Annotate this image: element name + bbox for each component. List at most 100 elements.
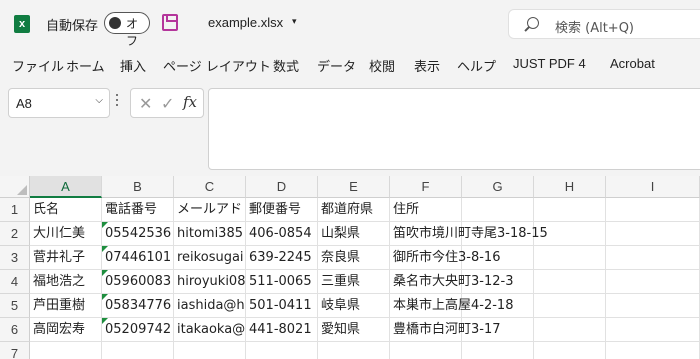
cell-b1[interactable]: 電話番号	[102, 198, 174, 222]
cell-b7[interactable]	[102, 342, 174, 359]
formula-buttons: ✕ ✓ fx	[130, 88, 204, 118]
column-header-d[interactable]: D	[246, 176, 318, 198]
column-header-i[interactable]: I	[606, 176, 700, 198]
cell-f4[interactable]: 桑名市大央町3-12-3	[390, 270, 513, 294]
cell-c7[interactable]	[174, 342, 246, 359]
cell-a2[interactable]: 大川仁美	[30, 222, 102, 246]
chevron-down-icon[interactable]: ▾	[292, 17, 297, 27]
cell-f2[interactable]: 笛吹市境川町寺尾3-18-15	[390, 222, 548, 246]
tab-page-layout[interactable]: ページ レイアウト	[163, 56, 271, 75]
enter-icon[interactable]: ✓	[161, 94, 174, 113]
tab-just-pdf[interactable]: JUST PDF 4	[513, 56, 586, 71]
cell-i4[interactable]	[606, 270, 700, 294]
cell-c6[interactable]: itakaoka@	[174, 318, 246, 342]
tab-view[interactable]: 表示	[414, 56, 440, 75]
cell-d4[interactable]: 511-0065	[246, 270, 318, 294]
row-header[interactable]: 2	[0, 222, 30, 246]
row-header[interactable]: 6	[0, 318, 30, 342]
cancel-icon[interactable]: ✕	[139, 94, 152, 113]
name-box[interactable]: A8 ⌵	[8, 88, 110, 118]
cell-i3[interactable]	[606, 246, 700, 270]
cell-d3[interactable]: 639-2245	[246, 246, 318, 270]
cell-e7[interactable]	[318, 342, 390, 359]
cell-d6[interactable]: 441-8021	[246, 318, 318, 342]
cell-g1[interactable]	[462, 198, 534, 222]
cell-h1[interactable]	[534, 198, 606, 222]
cell-d5[interactable]: 501-0411	[246, 294, 318, 318]
toggle-state-label: オフ	[126, 17, 139, 48]
cell-b2[interactable]: 05542536	[102, 222, 174, 246]
cell-e1[interactable]: 都道府県	[318, 198, 390, 222]
tab-acrobat[interactable]: Acrobat	[610, 56, 655, 71]
cell-c3[interactable]: reikosugai	[174, 246, 246, 270]
cell-c5[interactable]: iashida@h	[174, 294, 246, 318]
cell-a4[interactable]: 福地浩之	[30, 270, 102, 294]
column-header-g[interactable]: G	[462, 176, 534, 198]
cell-f1[interactable]: 住所	[390, 198, 462, 222]
formula-bar-area: A8 ⌵ ✕ ✓ fx	[0, 80, 700, 176]
search-box[interactable]: 検索 (Alt+Q)	[508, 9, 700, 39]
column-header-e[interactable]: E	[318, 176, 390, 198]
row-header[interactable]: 4	[0, 270, 30, 294]
cell-d2[interactable]: 406-0854	[246, 222, 318, 246]
cell-c1[interactable]: メールアド	[174, 198, 246, 222]
cell-f6[interactable]: 豊橋市白河町3-17	[390, 318, 501, 342]
cell-f3[interactable]: 御所市今住3-8-16	[390, 246, 500, 270]
cell-i7[interactable]	[606, 342, 700, 359]
cell-b3[interactable]: 07446101	[102, 246, 174, 270]
cell-a5[interactable]: 芦田重樹	[30, 294, 102, 318]
chevron-down-icon[interactable]: ⌵	[95, 95, 103, 106]
cell-e4[interactable]: 三重県	[318, 270, 390, 294]
cell-d7[interactable]	[246, 342, 318, 359]
autosave-toggle[interactable]: オフ	[104, 12, 150, 48]
cell-h5[interactable]	[534, 294, 606, 318]
save-icon[interactable]	[162, 14, 178, 31]
select-all-button[interactable]	[0, 176, 30, 198]
cell-e6[interactable]: 愛知県	[318, 318, 390, 342]
tab-file[interactable]: ファイル	[12, 56, 64, 75]
tab-formulas[interactable]: 数式	[273, 56, 299, 75]
cell-i5[interactable]	[606, 294, 700, 318]
cell-c2[interactable]: hitomi385	[174, 222, 246, 246]
cell-b4[interactable]: 05960083	[102, 270, 174, 294]
cell-i1[interactable]	[606, 198, 700, 222]
cell-h6[interactable]	[534, 318, 606, 342]
tab-home[interactable]: ホーム	[66, 56, 105, 75]
cell-f5[interactable]: 本巣市上高屋4-2-18	[390, 294, 513, 318]
drag-handle-icon[interactable]	[116, 94, 118, 108]
cell-h4[interactable]	[534, 270, 606, 294]
cell-a1[interactable]: 氏名	[30, 198, 102, 222]
file-name[interactable]: example.xlsx	[208, 15, 283, 30]
cell-a6[interactable]: 高岡宏寿	[30, 318, 102, 342]
column-header-f[interactable]: F	[390, 176, 462, 198]
cell-f7[interactable]	[390, 342, 462, 359]
cell-b5[interactable]: 05834776	[102, 294, 174, 318]
tab-help[interactable]: ヘルプ	[457, 56, 496, 75]
cell-e5[interactable]: 岐阜県	[318, 294, 390, 318]
formula-input[interactable]	[208, 88, 700, 170]
column-header-c[interactable]: C	[174, 176, 246, 198]
row-header[interactable]: 1	[0, 198, 30, 222]
tab-review[interactable]: 校閲	[369, 56, 395, 75]
column-header-a[interactable]: A	[30, 176, 102, 198]
cell-a7[interactable]	[30, 342, 102, 359]
tab-data[interactable]: データ	[317, 56, 356, 75]
cell-i2[interactable]	[606, 222, 700, 246]
cell-e2[interactable]: 山梨県	[318, 222, 390, 246]
cell-h7[interactable]	[534, 342, 606, 359]
cell-a3[interactable]: 菅井礼子	[30, 246, 102, 270]
insert-function-icon[interactable]: fx	[183, 93, 197, 111]
cell-d1[interactable]: 郵便番号	[246, 198, 318, 222]
row-header[interactable]: 5	[0, 294, 30, 318]
tab-insert[interactable]: 挿入	[120, 56, 146, 75]
cell-b6[interactable]: 05209742	[102, 318, 174, 342]
cell-e3[interactable]: 奈良県	[318, 246, 390, 270]
column-header-b[interactable]: B	[102, 176, 174, 198]
row-header[interactable]: 3	[0, 246, 30, 270]
cell-g7[interactable]	[462, 342, 534, 359]
cell-i6[interactable]	[606, 318, 700, 342]
column-header-h[interactable]: H	[534, 176, 606, 198]
cell-c4[interactable]: hiroyuki08	[174, 270, 246, 294]
cell-h3[interactable]	[534, 246, 606, 270]
row-header[interactable]: 7	[0, 342, 30, 359]
